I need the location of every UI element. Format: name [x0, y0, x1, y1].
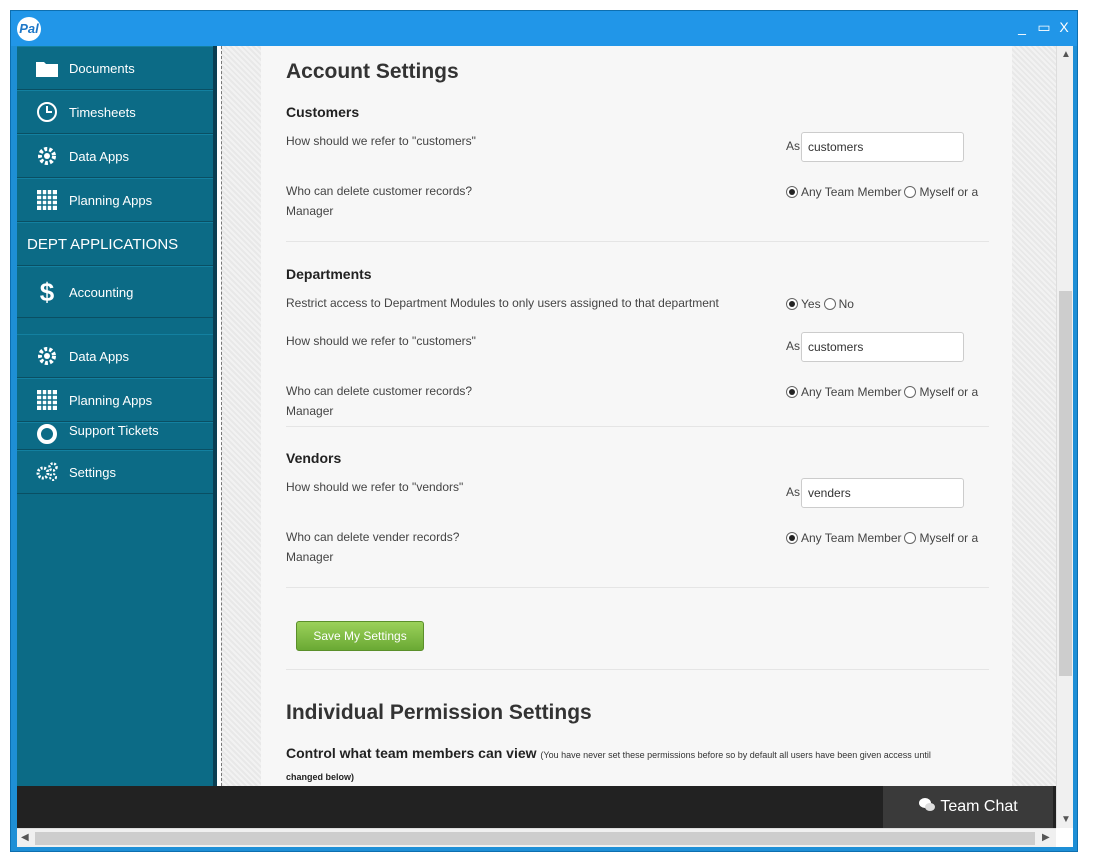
- bottom-bar: Team Chat: [17, 786, 1056, 828]
- sidebar-item-support-tickets[interactable]: Support Tickets: [17, 422, 213, 450]
- departments-delete-label: Who can delete customer records? Manager: [286, 384, 473, 418]
- radio-any-team-member[interactable]: [786, 186, 798, 198]
- radio-myself-or-manager[interactable]: [904, 186, 917, 198]
- customers-as-label: As: [786, 139, 801, 153]
- team-chat-button[interactable]: Team Chat: [883, 786, 1053, 828]
- sidebar-item-data-apps[interactable]: Data Apps: [17, 134, 213, 178]
- left-background-pattern: [221, 46, 261, 786]
- app-window: Pal _ ▭ X Documents Timesheets Data Apps…: [10, 10, 1078, 852]
- customers-delete-options: Any Team Member Myself or a: [786, 185, 978, 199]
- customers-delete-label: Who can delete customer records? Manager: [286, 184, 473, 218]
- maximize-button[interactable]: ▭: [1035, 17, 1053, 37]
- permission-settings-title: Individual Permission Settings: [286, 701, 592, 724]
- radio-yes[interactable]: [786, 298, 798, 310]
- sidebar-item-planning-apps[interactable]: Planning Apps: [17, 178, 213, 222]
- radio-any-team-member[interactable]: [786, 386, 798, 398]
- horizontal-scrollbar[interactable]: ◀ ▶: [17, 828, 1056, 847]
- sidebar-item-label: Support Tickets: [69, 423, 159, 438]
- vendors-refer-label: How should we refer to "vendors": [286, 480, 464, 494]
- lifebuoy-icon: [33, 423, 61, 445]
- horizontal-scroll-thumb[interactable]: [35, 832, 1035, 845]
- calendar-icon: [33, 386, 61, 414]
- customers-heading: Customers: [286, 104, 360, 120]
- sidebar-item-dept-planning-apps[interactable]: Planning Apps: [17, 378, 213, 422]
- customers-refer-input[interactable]: customers: [801, 132, 964, 162]
- sidebar-section-dept-applications: DEPT APPLICATIONS: [17, 222, 213, 266]
- radio-myself-or-manager[interactable]: [904, 386, 917, 398]
- sidebar-item-label: Timesheets: [69, 104, 136, 120]
- sidebar-item-label: Accounting: [69, 284, 134, 300]
- scroll-left-icon[interactable]: ◀: [21, 832, 29, 843]
- scroll-up-icon[interactable]: ▲: [1061, 49, 1071, 60]
- scroll-right-icon[interactable]: ▶: [1042, 832, 1050, 843]
- gears-icon: [33, 458, 61, 486]
- folder-icon: [33, 54, 61, 82]
- vendors-delete-options: Any Team Member Myself or a: [786, 531, 978, 545]
- scroll-down-icon[interactable]: ▼: [1061, 814, 1071, 825]
- vendors-delete-label: Who can delete vender records? Manager: [286, 530, 460, 564]
- app-logo-icon: Pal: [17, 17, 41, 41]
- sidebar-item-label: Planning Apps: [69, 392, 153, 408]
- departments-restrict-label: Restrict access to Department Modules to…: [286, 296, 719, 310]
- divider: [286, 241, 989, 242]
- sidebar-item-label: Data Apps: [69, 148, 129, 164]
- page-title: Account Settings: [286, 60, 459, 83]
- vertical-scroll-thumb[interactable]: [1059, 291, 1072, 676]
- departments-restrict-options: Yes No: [786, 297, 854, 311]
- gear-icon: [33, 142, 61, 170]
- save-settings-button[interactable]: Save My Settings: [296, 621, 424, 651]
- departments-refer-label: How should we refer to "customers": [286, 334, 476, 348]
- control-view-heading: Control what team members can view (You …: [286, 745, 931, 761]
- divider: [286, 426, 989, 427]
- right-background-pattern: [1012, 46, 1056, 786]
- sidebar-item-label: Documents: [69, 60, 135, 76]
- vendors-refer-input[interactable]: venders: [801, 478, 964, 508]
- sidebar-item-label: Settings: [69, 464, 116, 480]
- sidebar-item-documents[interactable]: Documents: [17, 46, 213, 90]
- calendar-icon: [33, 186, 61, 214]
- sidebar-item-label: Planning Apps: [69, 192, 153, 208]
- divider: [286, 669, 989, 670]
- vertical-scrollbar[interactable]: ▲ ▼: [1056, 46, 1073, 828]
- sidebar-item-dept-data-apps[interactable]: Data Apps: [17, 334, 213, 378]
- sidebar-item-settings[interactable]: Settings: [17, 450, 213, 494]
- departments-delete-options: Any Team Member Myself or a: [786, 385, 978, 399]
- departments-heading: Departments: [286, 266, 372, 282]
- dollar-icon: $: [39, 276, 55, 307]
- close-button[interactable]: X: [1055, 17, 1073, 37]
- radio-no[interactable]: [823, 298, 836, 310]
- sidebar-item-label: Data Apps: [69, 348, 129, 364]
- control-view-note: changed below): [286, 772, 355, 782]
- divider: [286, 587, 989, 588]
- clock-icon: [33, 98, 61, 126]
- customers-refer-label: How should we refer to "customers": [286, 134, 476, 148]
- sidebar: Documents Timesheets Data Apps Planning …: [17, 46, 217, 786]
- departments-as-label: As: [786, 339, 801, 353]
- sidebar-item-accounting[interactable]: $ Accounting: [17, 266, 213, 318]
- vendors-as-label: As: [786, 485, 801, 499]
- title-bar[interactable]: Pal _ ▭ X: [11, 11, 1077, 46]
- vendors-heading: Vendors: [286, 450, 342, 466]
- radio-myself-or-manager[interactable]: [904, 532, 917, 544]
- radio-any-team-member[interactable]: [786, 532, 798, 544]
- chat-icon: [918, 797, 936, 818]
- minimize-button[interactable]: _: [1013, 17, 1031, 37]
- client-area: Documents Timesheets Data Apps Planning …: [17, 46, 1073, 847]
- settings-panel: Account Settings Customers How should we…: [261, 46, 1012, 786]
- gear-icon: [33, 342, 61, 370]
- sidebar-item-timesheets[interactable]: Timesheets: [17, 90, 213, 134]
- departments-refer-input[interactable]: customers: [801, 332, 964, 362]
